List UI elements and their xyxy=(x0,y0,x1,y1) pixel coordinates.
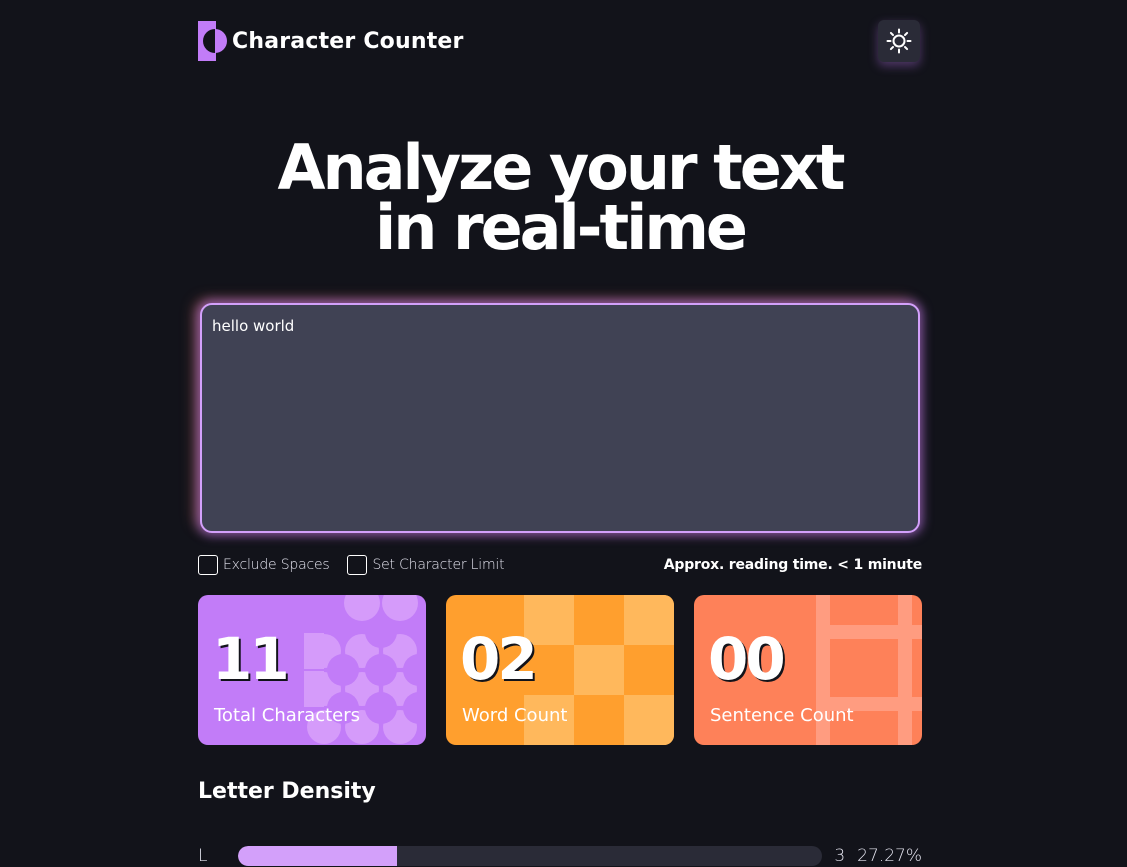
exclude-spaces-checkbox[interactable] xyxy=(198,555,218,575)
total-characters-label: Total Characters xyxy=(214,705,361,726)
density-bar-track xyxy=(237,846,823,866)
char-limit-label: Set Character Limit xyxy=(372,557,505,573)
word-count-label: Word Count xyxy=(462,705,568,726)
letter-density-title: Letter Density xyxy=(198,779,376,804)
text-input-container xyxy=(200,303,920,533)
density-count: 3 xyxy=(834,846,846,866)
word-count-card: 02 Word Count xyxy=(446,595,674,745)
exclude-spaces-label: Exclude Spaces xyxy=(223,557,330,573)
hero-heading: Analyze your text in real-time xyxy=(200,131,920,264)
logo-icon xyxy=(198,21,230,61)
sun-icon xyxy=(886,28,912,54)
sentence-count-label: Sentence Count xyxy=(710,705,854,726)
char-limit-option[interactable]: Set Character Limit xyxy=(347,555,505,575)
options-row: Exclude Spaces Set Character Limit Appro… xyxy=(198,554,922,576)
total-characters-card: 11 Total Characters xyxy=(198,595,426,745)
density-bar-fill xyxy=(237,846,398,866)
density-letter: L xyxy=(198,846,208,866)
app-logo[interactable]: Character Counter xyxy=(198,21,464,61)
char-limit-checkbox[interactable] xyxy=(347,555,368,575)
page: Character Counter Analyze your text in r… xyxy=(0,0,1127,867)
logo-text: Character Counter xyxy=(232,28,464,54)
reading-time: Approx. reading time. < 1 minute xyxy=(663,557,922,573)
hero-line-1: Analyze your text xyxy=(277,131,846,204)
total-characters-value: 11 xyxy=(212,625,290,693)
exclude-spaces-option[interactable]: Exclude Spaces xyxy=(198,555,330,575)
density-percent: 27.27% xyxy=(857,846,922,866)
theme-toggle-button[interactable] xyxy=(878,20,920,62)
word-count-value: 02 xyxy=(460,625,538,693)
hero-line-2: in real-time xyxy=(375,191,748,264)
sentence-count-value: 00 xyxy=(708,625,786,693)
letter-density-row: L 3 27.27% xyxy=(198,845,922,867)
text-input[interactable] xyxy=(202,305,918,531)
sentence-count-card: 00 Sentence Count xyxy=(694,595,922,745)
